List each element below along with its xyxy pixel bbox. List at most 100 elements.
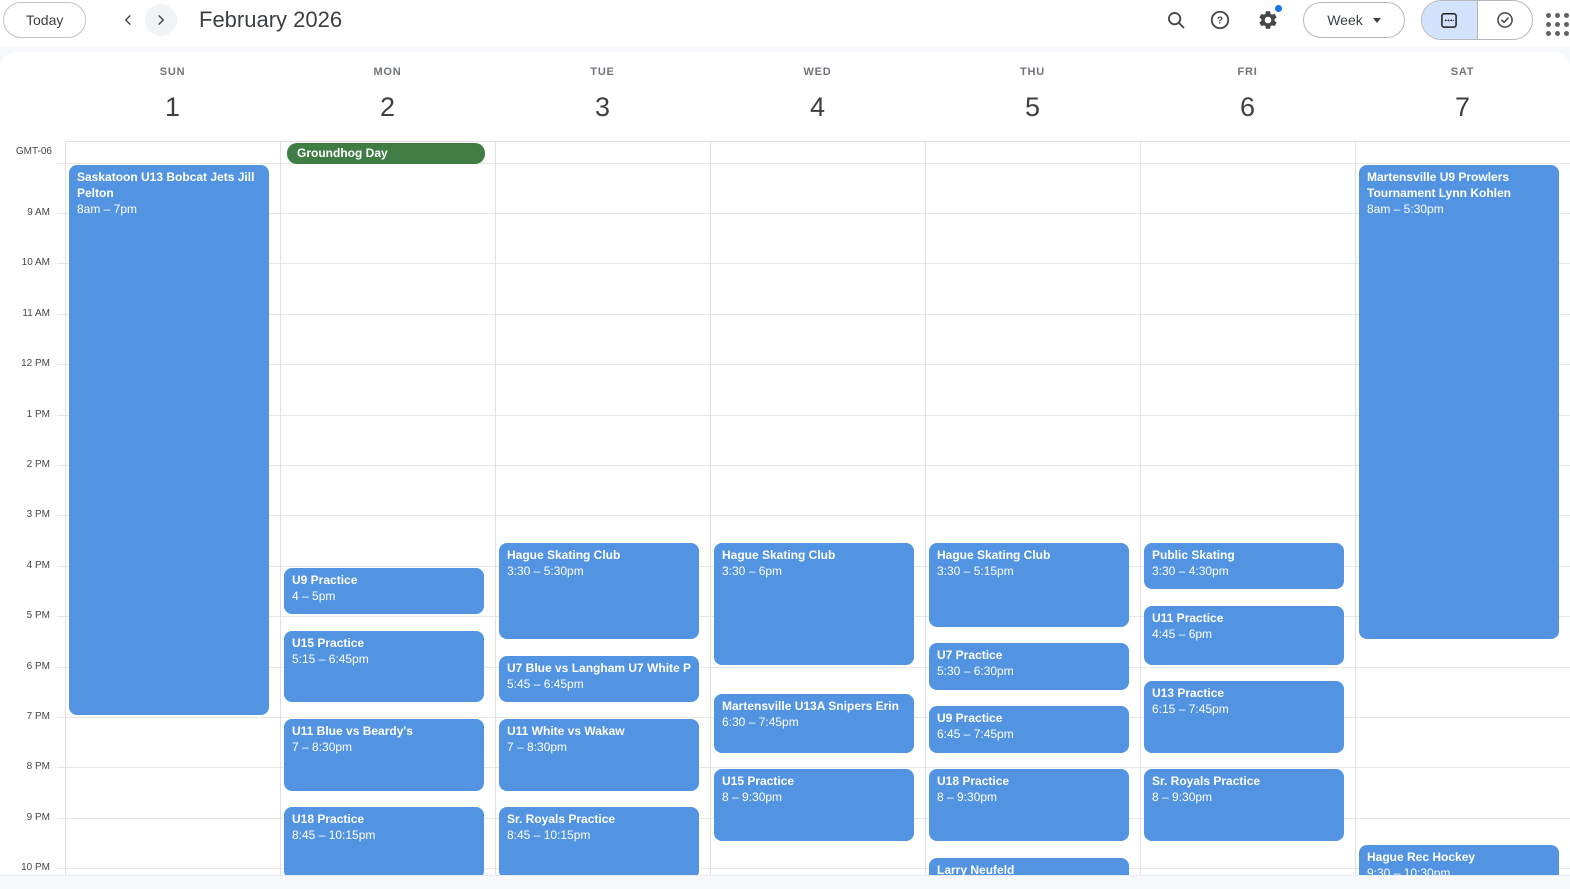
event-title: Larry Neufeld	[937, 862, 1015, 875]
event-time: 3:30 – 6pm	[722, 563, 783, 578]
event-chip[interactable]: Public Skating 3:30 – 4:30pm	[1144, 542, 1344, 589]
event-time: 4:45 – 6pm	[1152, 626, 1213, 641]
google-calendar-week-view: { "header": { "today_label": "Today", "t…	[0, 0, 1570, 889]
event-title: U7 Practice	[937, 648, 1003, 663]
event-chip[interactable]: U15 Practice 5:15 – 6:45pm	[284, 630, 484, 703]
calendar-view-segment[interactable]	[1422, 1, 1478, 39]
hour-gridline	[57, 515, 1570, 517]
event-chip[interactable]: U7 Blue vs Langham U7 White Pr 5:45 – 6:4…	[499, 656, 699, 703]
day-number[interactable]: 4	[710, 92, 925, 122]
event-chip[interactable]: U15 Practice 8 – 9:30pm	[714, 769, 914, 841]
day-number[interactable]: 5	[925, 92, 1140, 122]
event-chip[interactable]: U18 Practice 8 – 9:30pm	[929, 769, 1129, 841]
event-time: 3:30 – 4:30pm	[1152, 563, 1229, 578]
google-apps-button[interactable]	[1542, 5, 1570, 39]
all-day-row-divider	[65, 141, 1570, 142]
next-week-button[interactable]	[145, 4, 177, 36]
day-name-label: MON	[373, 66, 402, 78]
event-chip[interactable]: Larry Neufeld	[929, 857, 1129, 875]
tasks-view-segment[interactable]	[1478, 1, 1533, 39]
time-grid-canvas[interactable]: GMT-06 9 AM 10 AM 11 AM 12 PM 1 PM 2 PM 3 PM 4 …	[0, 141, 1570, 875]
previous-week-button[interactable]	[112, 4, 144, 36]
event-chip[interactable]: U11 White vs Wakaw 7 – 8:30pm	[499, 719, 699, 791]
view-selector-dropdown[interactable]: Week	[1303, 2, 1405, 38]
event-chip[interactable]: Hague Skating Club 3:30 – 5:30pm	[499, 542, 699, 640]
day-column-divider	[925, 141, 926, 875]
day-number[interactable]: 6	[1140, 92, 1355, 122]
day-number[interactable]: 1	[65, 92, 280, 122]
hour-gridline	[57, 213, 1570, 214]
event-title: U9 Practice	[292, 572, 358, 587]
event-time: 6:15 – 7:45pm	[1152, 702, 1229, 717]
time-axis-label: 7 PM	[26, 711, 50, 722]
event-title: Martensville U9 Prowlers Tournament Lynn…	[1367, 169, 1511, 200]
day-column-divider	[1140, 141, 1141, 875]
event-chip[interactable]: U7 Practice 5:30 – 6:30pm	[929, 643, 1129, 690]
event-time: 8am – 5:30pm	[1367, 201, 1444, 216]
event-chip[interactable]: Martensville U9 Prowlers Tournament Lynn…	[1359, 164, 1559, 640]
event-time: 8am – 7pm	[77, 201, 138, 216]
event-title: U15 Practice	[722, 774, 795, 789]
hour-gridline	[57, 465, 1570, 466]
time-axis-label: 9 AM	[27, 207, 50, 218]
day-column-divider	[495, 141, 496, 875]
event-time: 9:30 – 10:30pm	[1367, 866, 1451, 875]
event-chip[interactable]: Hague Skating Club 3:30 – 6pm	[714, 542, 914, 665]
hour-gridline	[57, 162, 1570, 164]
bottom-strip	[0, 875, 1570, 889]
event-chip[interactable]: U9 Practice 4 – 5pm	[284, 567, 484, 615]
event-chip[interactable]: Sr. Royals Practice 8:45 – 10:15pm	[499, 807, 699, 875]
event-title: Hague Skating Club	[722, 547, 836, 562]
svg-text:?: ?	[1217, 16, 1223, 27]
event-chip[interactable]: Saskatoon U13 Bobcat Jets Jill Pelton 8am…	[69, 164, 269, 715]
settings-button[interactable]	[1251, 3, 1285, 37]
gear-icon	[1257, 9, 1279, 31]
event-title: U18 Practice	[292, 812, 365, 827]
chevron-right-icon	[152, 11, 170, 29]
event-chip[interactable]: Martensville U13A Snipers Erin 6:30 – 7:4…	[714, 693, 914, 753]
time-axis-label: 2 PM	[26, 459, 50, 470]
chevron-left-icon	[119, 11, 137, 29]
time-axis-label: 12 PM	[21, 358, 50, 370]
event-chip[interactable]: U13 Practice 6:15 – 7:45pm	[1144, 681, 1344, 753]
time-axis-label: 10 PM	[21, 862, 50, 874]
event-title: U11 Blue vs Beardy's	[292, 724, 413, 738]
event-time: 6:45 – 7:45pm	[937, 727, 1014, 742]
event-time: 5:30 – 6:30pm	[937, 664, 1014, 679]
timezone-label: GMT-06	[15, 146, 52, 157]
event-title: U9 Practice	[937, 711, 1003, 726]
event-time: 8 – 9:30pm	[937, 790, 998, 805]
event-title: U15 Practice	[292, 635, 365, 650]
day-header-sat: SAT 7	[1355, 58, 1570, 140]
event-chip[interactable]: Hague Skating Club 3:30 – 5:15pm	[929, 542, 1129, 627]
event-time: 3:30 – 5:15pm	[937, 563, 1014, 578]
hour-gridline	[57, 263, 1570, 265]
event-title: Sr. Royals Practice	[1152, 774, 1261, 789]
event-time: 8 – 9:30pm	[722, 790, 783, 805]
event-chip[interactable]: Sr. Royals Practice 8 – 9:30pm	[1144, 769, 1344, 841]
apps-grid-icon	[1546, 12, 1570, 36]
hour-gridline	[57, 313, 1570, 315]
event-chip[interactable]: U9 Practice 6:45 – 7:45pm	[929, 706, 1129, 753]
event-title: U7 Blue vs Langham U7 White Pr	[507, 661, 691, 675]
today-button[interactable]: Today	[3, 2, 87, 38]
event-chip[interactable]: U11 Practice 4:45 – 6pm	[1144, 605, 1344, 665]
time-axis-label: 10 AM	[21, 257, 50, 269]
event-time: 7 – 8:30pm	[507, 740, 568, 754]
caret-down-icon	[1372, 17, 1381, 23]
day-number[interactable]: 2	[280, 92, 495, 122]
search-button[interactable]	[1159, 3, 1193, 37]
time-axis-label: 11 AM	[22, 307, 50, 319]
day-header-mon: MON 2	[280, 58, 495, 140]
event-chip[interactable]: U11 Blue vs Beardy's 7 – 8:30pm	[284, 719, 484, 791]
calendar-icon	[1439, 10, 1459, 30]
day-number[interactable]: 7	[1355, 92, 1570, 122]
all-day-event-chip[interactable]: Groundhog Day	[287, 143, 485, 164]
day-number[interactable]: 3	[495, 92, 710, 122]
time-axis-label: 4 PM	[26, 559, 50, 571]
event-chip[interactable]: Hague Rec Hockey 9:30 – 10:30pm	[1359, 845, 1559, 875]
event-time: 3:30 – 5:30pm	[507, 563, 584, 578]
event-chip[interactable]: U18 Practice 8:45 – 10:15pm	[284, 807, 484, 875]
help-button[interactable]: ?	[1203, 3, 1237, 37]
day-column-divider	[710, 141, 711, 875]
